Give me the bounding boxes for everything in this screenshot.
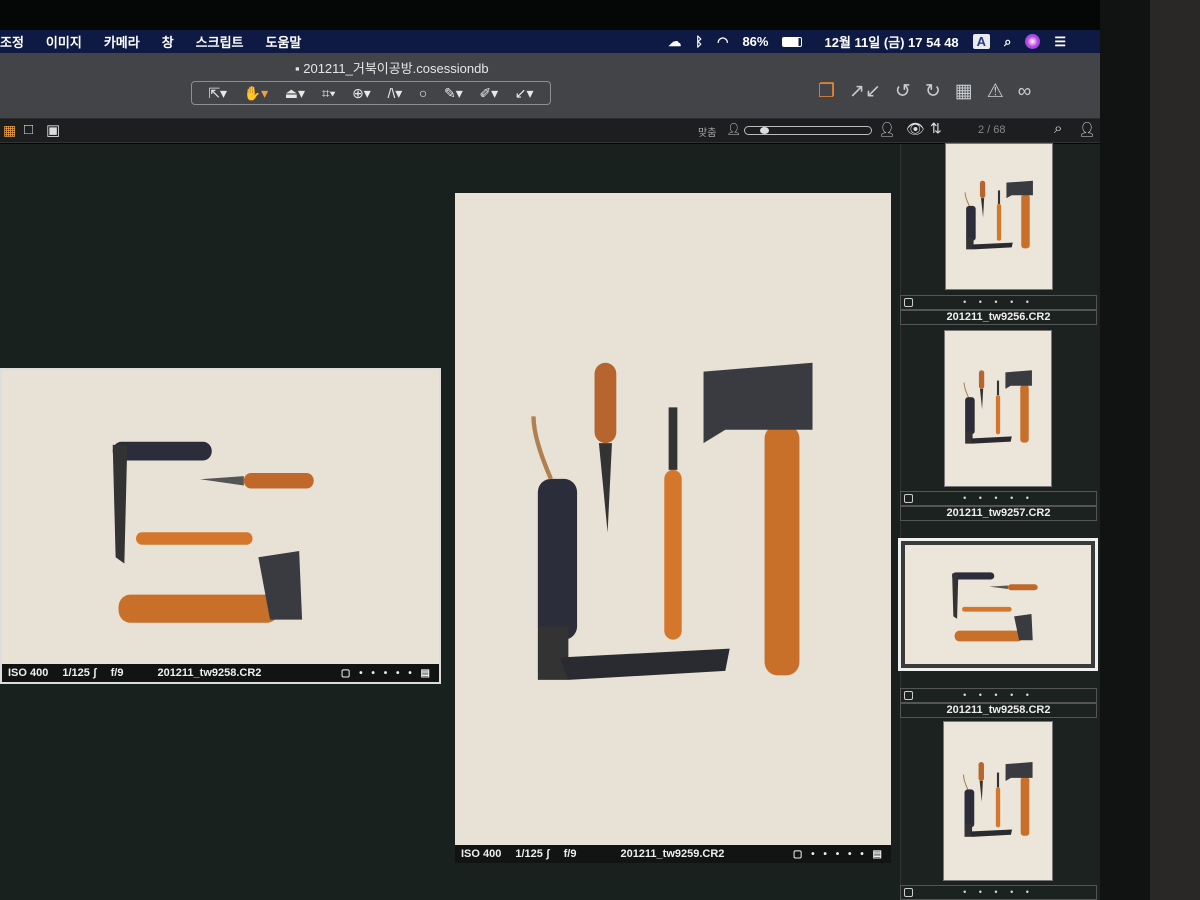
spot-tool-icon[interactable]: ○ [419,85,427,101]
thumbnail-tw9256[interactable] [945,143,1053,290]
rating-dots[interactable]: ▢ • • • • • ▤ [341,668,433,679]
thumb-rating[interactable]: • • • • • [900,295,1097,310]
siri-icon[interactable] [1025,34,1041,49]
rating-dots[interactable]: ▢ • • • • • ▤ [793,849,885,860]
loupe-tool-icon[interactable]: ⏏▾ [285,85,305,102]
menu-image[interactable]: 이미지 [46,32,82,51]
select-checkbox[interactable] [904,888,913,897]
notification-center-icon[interactable]: ☰ [1054,34,1066,50]
filename: 201211_tw9259.CR2 [620,848,725,860]
image-info-bar: ISO 400 1/125 ʃ f/9 201211_tw9258.CR2 ▢ … [2,664,439,682]
thumbnail-4[interactable] [943,721,1053,881]
thumb-image [945,331,1051,486]
thumb-rating[interactable]: • • • • • [900,491,1097,506]
keystone-tool-icon[interactable]: /\▾ [387,85,402,102]
zoom-slider[interactable] [744,126,872,135]
menu-camera[interactable]: 카메라 [104,32,140,51]
menu-help[interactable]: 도움말 [266,32,302,51]
shutter: 1/125 ʃ [515,848,550,860]
right-tools: ❐ ↗↙ ↺ ↻ ▦ ⚠ ∞ [818,80,1031,103]
select-tool-icon[interactable]: ⇱▾ [208,85,227,102]
menu-window[interactable]: 창 [162,32,174,51]
thumb-image [946,144,1052,289]
photo-tools-landscape [2,370,439,682]
thumb-filename: 201211_tw9257.CR2 [900,506,1097,521]
rotate-tool-icon[interactable]: ⊕▾ [352,85,371,102]
single-view-icon[interactable]: □ [24,121,33,138]
export-icon[interactable]: ↗↙ [849,80,881,103]
menu-script[interactable]: 스크립트 [196,32,244,51]
thumb-filename: 201211_tw9256.CR2 [900,310,1097,325]
thumb-filename: 201211_tw9258.CR2 [900,703,1097,718]
filename: 201211_tw9258.CR2 [157,667,262,679]
multi-view-icon[interactable]: ❐ [818,80,835,103]
pan-tool-icon[interactable]: ✋▾ [244,85,268,102]
select-checkbox[interactable] [904,691,913,700]
thumb-image [905,545,1091,664]
bluetooth-icon[interactable]: ᛒ [695,34,703,49]
photo-tools-portrait [455,193,891,863]
thumb-rating[interactable]: • • • • • [900,885,1097,900]
proof-view-icon[interactable]: ▣ [46,121,60,139]
proof-glasses-icon[interactable]: ∞ [1018,81,1032,103]
clock[interactable]: 12월 11일 (금) 17 54 48 [824,32,958,51]
eye-icon[interactable]: 👁︎ [906,120,925,138]
person-small-icon: 👤︎ [726,122,742,136]
wifi-icon[interactable]: ◠ [717,34,728,50]
grid-view-icon[interactable]: ▦ [3,122,16,139]
thumb-image [944,722,1052,880]
thumbnail-tw9257[interactable] [944,330,1052,487]
shutter: 1/125 ʃ [62,667,97,679]
aperture: f/9 [110,667,124,679]
screen-bezel [1100,0,1150,900]
viewer-image-tw9258[interactable]: ISO 400 1/125 ʃ f/9 201211_tw9258.CR2 ▢ … [0,368,441,684]
thumb-rating[interactable]: • • • • • [900,688,1097,703]
rotate-right-icon[interactable]: ↻ [925,80,941,103]
battery-percent: 86% [742,34,769,49]
aperture: f/9 [563,848,577,860]
spotlight-search-icon[interactable]: ⌕ [1004,34,1011,50]
person-large-icon: 👤︎ [878,121,896,137]
status-area: ☁ ᛒ ◠ 86% 12월 11일 (금) 17 54 48 A ⌕ ☰ [668,30,1066,53]
zoom-slider-thumb[interactable] [760,127,770,134]
select-checkbox[interactable] [904,298,913,307]
user-icon[interactable]: 👤︎ [1078,121,1096,138]
iso: ISO 400 [461,848,502,860]
menu-bar: 조정 이미지 카메라 창 스크립트 도움말 ☁ ᛒ ◠ 86% 12월 11일 … [0,30,1100,53]
select-checkbox[interactable] [904,494,913,503]
iso: ISO 400 [8,667,49,679]
battery-icon[interactable] [782,36,803,47]
viewer-image-tw9259[interactable]: ISO 400 1/125 ʃ f/9 201211_tw9259.CR2 ▢ … [455,193,891,863]
color-picker-icon[interactable]: ✐▾ [479,85,498,102]
search-icon[interactable]: ⌕ [1054,120,1062,137]
window-title: ▪ 201211_거북이공방.cosessiondb [295,61,489,76]
creative-cloud-icon[interactable]: ☁ [668,34,681,50]
input-source-icon[interactable]: A [972,34,991,49]
grid-icon[interactable]: ▦ [955,80,973,103]
sort-icon[interactable]: ⇅ [930,120,942,137]
annotate-tool-icon[interactable]: ↙▾ [515,85,534,102]
menu-adjust[interactable]: 조정 [0,32,24,51]
exposure-warning-icon[interactable]: ⚠ [987,80,1004,103]
viewer-bar: ▦ □ ▣ 맞춤 👤︎ 👤︎ 👁︎ ⇅ 2 / 68 ⌕ 👤︎ [0,119,1100,143]
thumbnail-tw9258-selected[interactable] [898,538,1098,671]
cursor-tools: ⇱▾ ✋▾ ⏏▾ ⌗▾ ⊕▾ /\▾ ○ ✎▾ ✐▾ ↙▾ [191,81,551,105]
brush-tool-icon[interactable]: ✎▾ [444,85,463,102]
crop-tool-icon[interactable]: ⌗▾ [322,85,336,102]
rotate-left-icon[interactable]: ↺ [895,80,911,103]
image-info-bar: ISO 400 1/125 ʃ f/9 201211_tw9259.CR2 ▢ … [455,845,891,863]
laptop-edge [1150,0,1200,900]
fit-label[interactable]: 맞춤 [698,124,716,139]
image-counter: 2 / 68 [978,124,1006,136]
